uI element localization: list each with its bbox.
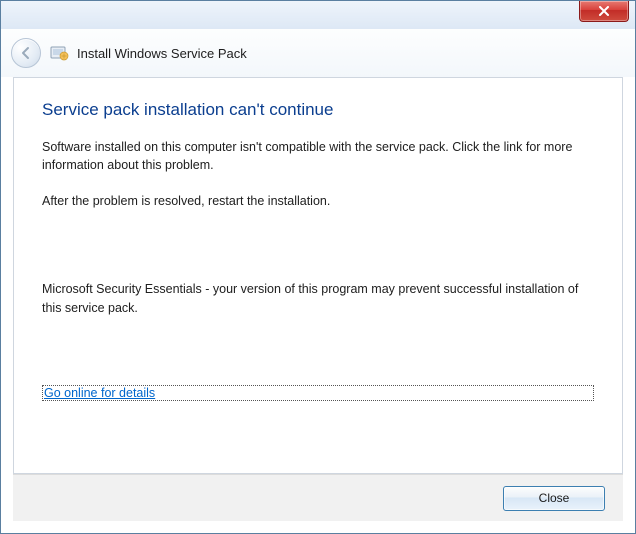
footer: Close (13, 474, 623, 521)
header: Install Windows Service Pack (1, 29, 635, 77)
error-heading: Service pack installation can't continue (42, 100, 594, 120)
back-arrow-icon (19, 46, 33, 60)
error-paragraph-3: Microsoft Security Essentials - your ver… (42, 280, 594, 316)
close-button[interactable]: Close (503, 486, 605, 511)
back-button[interactable] (11, 38, 41, 68)
details-link[interactable]: Go online for details (42, 385, 594, 401)
close-icon (598, 6, 610, 16)
windows-update-icon (49, 43, 69, 63)
error-paragraph-1: Software installed on this computer isn'… (42, 138, 594, 174)
titlebar (1, 1, 635, 29)
error-paragraph-2: After the problem is resolved, restart t… (42, 192, 594, 210)
window-close-button[interactable] (579, 1, 629, 22)
content-area: Service pack installation can't continue… (1, 77, 635, 533)
dialog-window: Install Windows Service Pack Service pac… (0, 0, 636, 534)
header-title: Install Windows Service Pack (77, 46, 247, 61)
content-panel: Service pack installation can't continue… (13, 77, 623, 474)
spacer (42, 228, 594, 280)
